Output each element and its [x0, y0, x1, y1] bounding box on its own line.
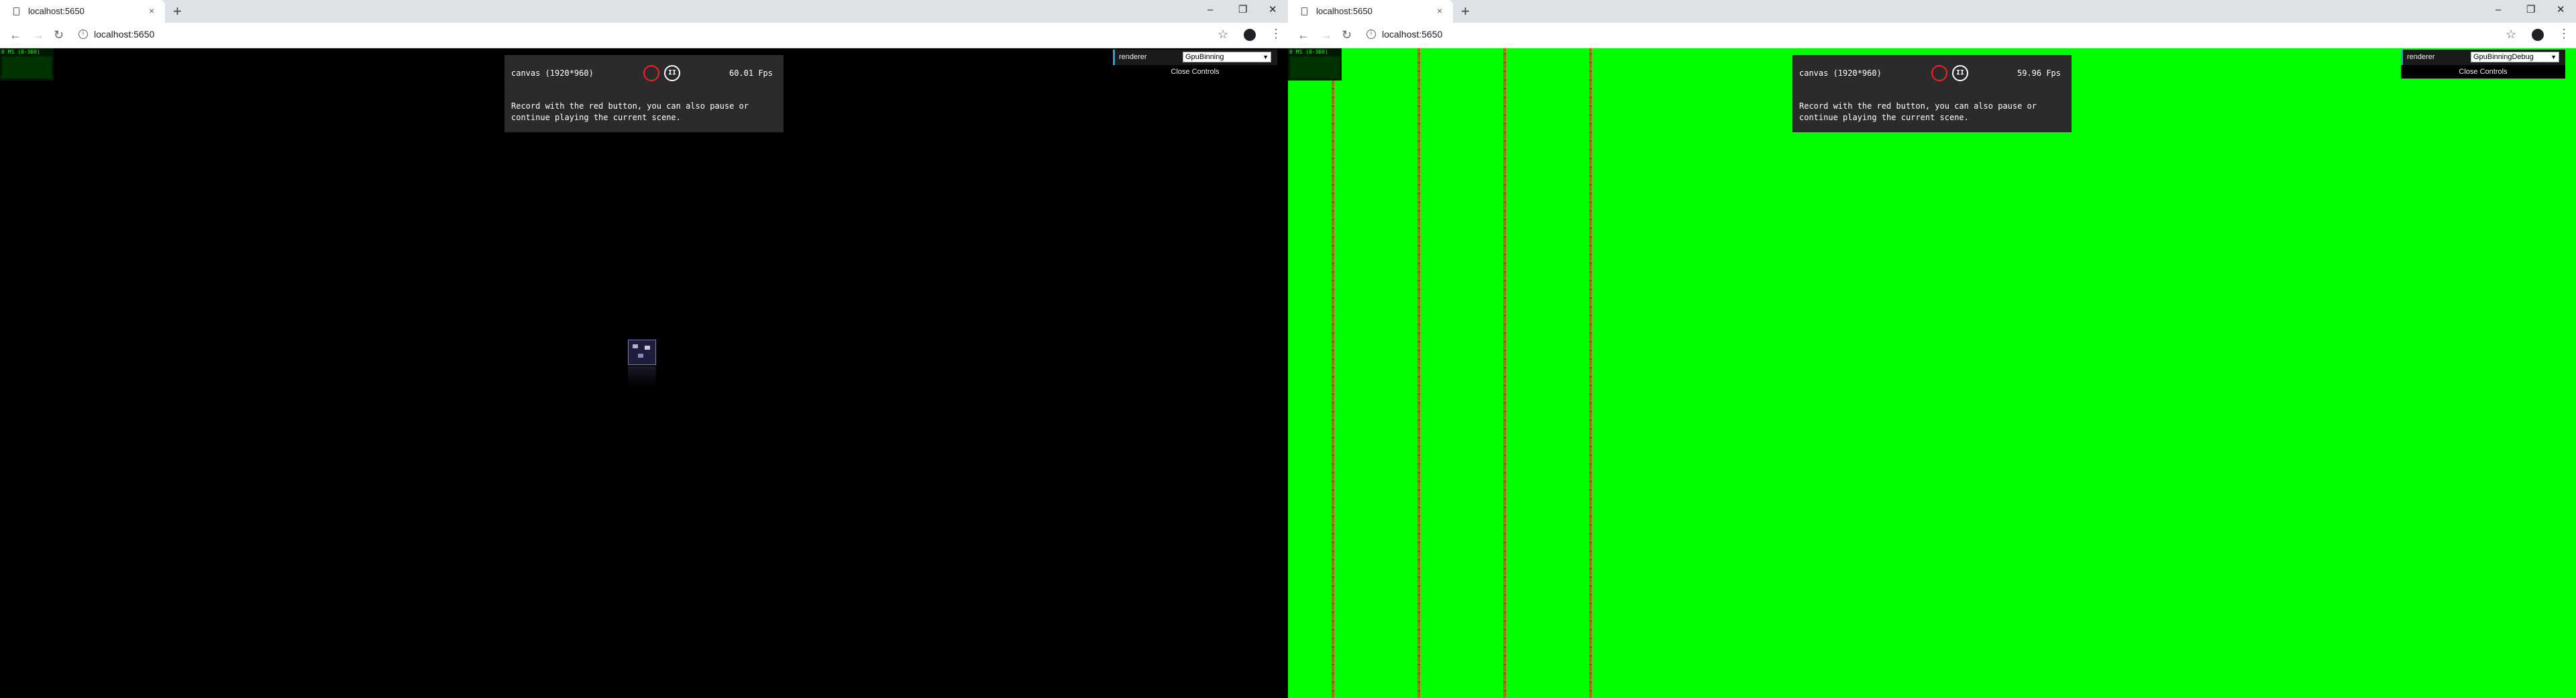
close-controls-button[interactable]: Close Controls [2401, 65, 2565, 79]
reload-icon[interactable]: ↻ [54, 28, 64, 42]
fps-counter: 60.01 Fps [729, 68, 773, 78]
bin-debug-line [1503, 48, 1506, 698]
browser-window-left: localhost:5650 × + – ❐ ✕ ← → ↻ i localho… [0, 0, 1288, 698]
close-controls-button[interactable]: Close Controls [1113, 65, 1277, 79]
site-info-icon[interactable]: i [78, 30, 88, 39]
tab-strip: localhost:5650 × + – ❐ ✕ [1288, 0, 2576, 23]
browser-toolbar: ← → ↻ i localhost:5650 ☆ ⋮ [0, 23, 1288, 48]
new-tab-button[interactable]: + [173, 3, 182, 19]
record-button[interactable] [643, 65, 659, 81]
site-info-icon[interactable]: i [1366, 30, 1376, 39]
controls-panel: renderer GpuBinningDebug ▼ Close Control… [2401, 50, 2565, 79]
restore-button[interactable]: ❐ [2526, 3, 2535, 17]
profile-avatar-icon[interactable] [2532, 29, 2544, 41]
back-icon[interactable]: ← [1297, 28, 1309, 42]
sprite-detail [638, 354, 643, 358]
window-close-button[interactable]: ✕ [1269, 3, 1277, 17]
profile-avatar-icon[interactable] [1244, 29, 1256, 41]
render-viewport-debug[interactable]: 0 MS (0-300) canvas (1920*960) II 59.96 … [1288, 48, 2576, 698]
document-icon [13, 7, 19, 15]
browser-menu-icon[interactable]: ⋮ [1270, 27, 1282, 41]
minimize-button[interactable]: – [2496, 3, 2501, 17]
bin-debug-line [1332, 48, 1334, 698]
renderer-row: renderer GpuBinningDebug ▼ [2401, 50, 2565, 65]
restore-button[interactable]: ❐ [1238, 3, 1247, 17]
sprite-reflection [628, 366, 656, 387]
stats-text: 0 MS (0-300) [1289, 49, 1328, 55]
tab-strip: localhost:5650 × + – ❐ ✕ [0, 0, 1288, 23]
stats-text: 0 MS (0-300) [1, 49, 40, 55]
stats-graph [2, 56, 52, 79]
browser-menu-icon[interactable]: ⋮ [2558, 27, 2570, 41]
sprite-detail [645, 346, 650, 350]
canvas-size-label: canvas (1920*960) [1799, 68, 1882, 78]
renderer-label: renderer [2407, 53, 2435, 61]
recorder-panel: canvas (1920*960) II 59.96 Fps Record wi… [1792, 55, 2072, 132]
renderer-select-value: GpuBinningDebug [2473, 53, 2534, 61]
stats-graph [1290, 56, 1340, 79]
address-bar[interactable]: localhost:5650 [1382, 29, 1442, 40]
tab-close-icon[interactable]: × [149, 5, 154, 17]
screen: localhost:5650 × + – ❐ ✕ ← → ↻ i localho… [0, 0, 2576, 698]
address-bar[interactable]: localhost:5650 [94, 29, 154, 40]
record-button[interactable] [1931, 65, 1947, 81]
bin-debug-line [1589, 48, 1592, 698]
render-viewport[interactable]: 0 MS (0-300) canvas (1920*960) II 60.01 … [0, 48, 1288, 698]
renderer-select-value: GpuBinning [1185, 53, 1224, 61]
browser-window-right: localhost:5650 × + – ❐ ✕ ← → ↻ i localho… [1288, 0, 2576, 698]
canvas-size-label: canvas (1920*960) [511, 68, 594, 78]
pause-button[interactable]: II [1952, 65, 1968, 81]
recorder-description: Record with the red button, you can also… [1799, 101, 2037, 122]
minimize-button[interactable]: – [1208, 3, 1213, 17]
tab-title: localhost:5650 [1316, 6, 1373, 16]
recorder-description: Record with the red button, you can also… [511, 101, 749, 122]
renderer-row: renderer GpuBinning ▼ [1113, 50, 1277, 65]
document-icon [1301, 7, 1307, 15]
rendered-sprite [628, 340, 656, 365]
renderer-label: renderer [1119, 53, 1147, 61]
recorder-panel: canvas (1920*960) II 60.01 Fps Record wi… [504, 55, 784, 132]
bookmark-star-icon[interactable]: ☆ [2506, 28, 2516, 42]
bookmark-star-icon[interactable]: ☆ [1218, 28, 1228, 42]
renderer-select[interactable]: GpuBinningDebug ▼ [2471, 52, 2559, 62]
tab-title: localhost:5650 [28, 6, 85, 16]
browser-toolbar: ← → ↻ i localhost:5650 ☆ ⋮ [1288, 23, 2576, 48]
reload-icon[interactable]: ↻ [1342, 28, 1352, 42]
tab-active[interactable]: localhost:5650 × [1288, 0, 1453, 23]
stats-monitor[interactable]: 0 MS (0-300) [0, 48, 54, 81]
pause-button[interactable]: II [664, 65, 680, 81]
sprite-detail [633, 344, 638, 348]
back-icon[interactable]: ← [9, 28, 21, 42]
new-tab-button[interactable]: + [1461, 3, 1470, 19]
chevron-down-icon: ▼ [2551, 54, 2557, 60]
bin-debug-line [1417, 48, 1420, 698]
forward-icon[interactable]: → [1320, 28, 1332, 42]
fps-counter: 59.96 Fps [2017, 68, 2061, 78]
tab-close-icon[interactable]: × [1437, 5, 1442, 17]
stats-monitor[interactable]: 0 MS (0-300) [1288, 48, 1342, 81]
chevron-down-icon: ▼ [1263, 54, 1269, 60]
tab-active[interactable]: localhost:5650 × [0, 0, 165, 23]
renderer-select[interactable]: GpuBinning ▼ [1183, 52, 1271, 62]
forward-icon[interactable]: → [32, 28, 44, 42]
controls-panel: renderer GpuBinning ▼ Close Controls [1113, 50, 1277, 79]
window-close-button[interactable]: ✕ [2557, 3, 2565, 17]
